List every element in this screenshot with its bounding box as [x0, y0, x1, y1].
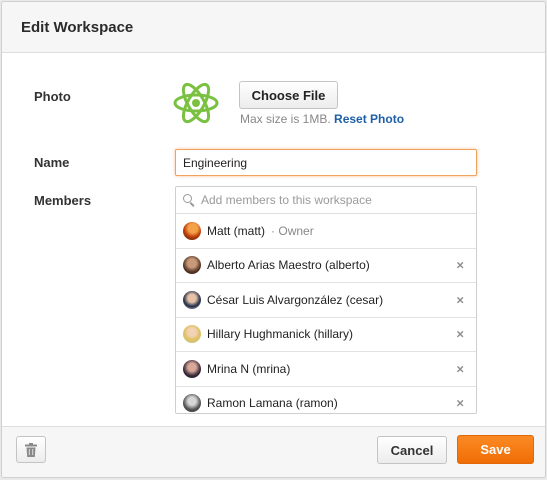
members-label: Members — [34, 193, 92, 208]
remove-member-button[interactable]: × — [456, 362, 464, 375]
member-row-alberto: Alberto Arias Maestro (alberto) × — [176, 249, 476, 283]
avatar — [183, 394, 201, 413]
max-size-text: Max size is 1MB. — [240, 112, 331, 126]
remove-member-button[interactable]: × — [456, 293, 464, 306]
remove-member-button[interactable]: × — [456, 397, 464, 410]
avatar — [183, 290, 201, 309]
member-name: Ramon Lamana (ramon) — [207, 396, 338, 411]
member-name: Mrina N (mrina) — [207, 361, 291, 376]
trash-icon — [25, 442, 37, 457]
member-row-matt: Matt (matt) · Owner — [176, 214, 476, 249]
avatar — [183, 256, 201, 275]
member-row-hillary: Hillary Hughmanick (hillary) × — [176, 318, 476, 352]
member-search-row — [176, 187, 476, 214]
delete-workspace-button[interactable] — [16, 436, 46, 463]
reset-photo-link[interactable]: Reset Photo — [334, 112, 404, 126]
photo-hint: Max size is 1MB. Reset Photo — [240, 112, 404, 126]
atom-icon — [173, 82, 219, 124]
member-row-mrina: Mrina N (mrina) × — [176, 352, 476, 387]
avatar — [183, 325, 201, 344]
save-button[interactable]: Save — [457, 435, 534, 464]
member-name: Alberto Arias Maestro (alberto) — [207, 258, 370, 273]
member-search-input[interactable] — [201, 193, 461, 207]
name-input[interactable] — [175, 149, 477, 176]
avatar — [183, 221, 201, 240]
remove-member-button[interactable]: × — [456, 328, 464, 341]
cancel-button[interactable]: Cancel — [377, 436, 447, 464]
photo-label: Photo — [34, 89, 71, 104]
remove-member-button[interactable]: × — [456, 259, 464, 272]
member-row-cesar: César Luis Alvargonzález (cesar) × — [176, 283, 476, 318]
owner-separator: · — [271, 223, 276, 238]
avatar — [183, 359, 201, 378]
dialog-footer: Cancel Save — [2, 426, 545, 477]
member-row-ramon: Ramon Lamana (ramon) × — [176, 387, 476, 414]
members-list: Matt (matt) · Owner Alberto Arias Maestr… — [175, 186, 477, 414]
member-name: Matt (matt) — [207, 223, 266, 238]
search-icon — [182, 193, 196, 207]
name-label: Name — [34, 155, 70, 170]
choose-file-button[interactable]: Choose File — [239, 81, 338, 109]
owner-label: Owner — [278, 223, 314, 238]
edit-workspace-dialog: Edit Workspace Photo Choose File Max siz… — [1, 1, 546, 478]
dialog-title: Edit Workspace — [21, 18, 134, 36]
dialog-header: Edit Workspace — [2, 2, 545, 53]
member-name: Hillary Hughmanick (hillary) — [207, 327, 354, 342]
member-name: César Luis Alvargonzález (cesar) — [207, 292, 384, 307]
owner-tag: · Owner — [271, 224, 314, 238]
